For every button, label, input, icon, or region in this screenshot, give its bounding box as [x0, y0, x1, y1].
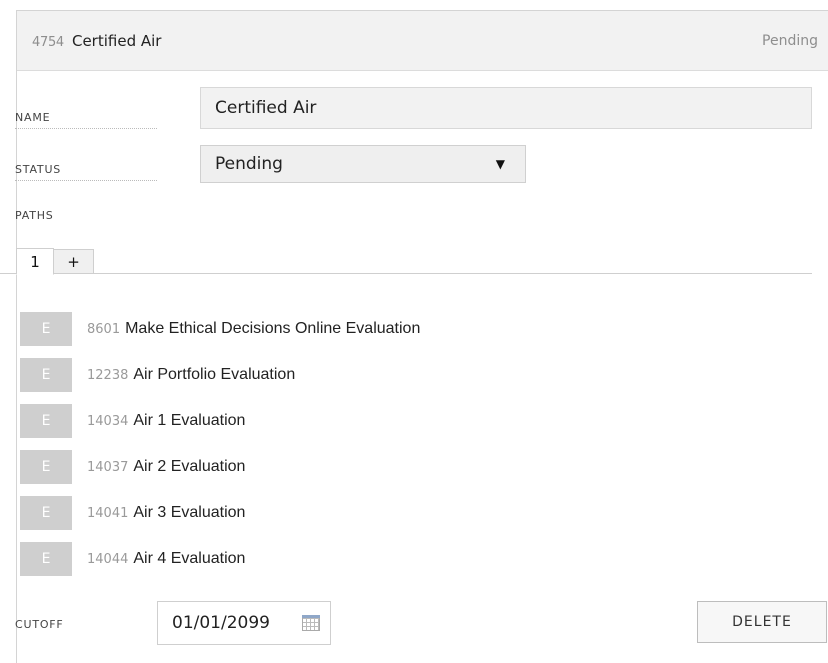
path-title: Make Ethical Decisions Online Evaluation: [125, 320, 421, 337]
evaluation-badge: E: [20, 496, 72, 530]
name-label: NAME: [15, 111, 157, 129]
evaluation-badge: E: [20, 450, 72, 484]
path-id: 14041: [87, 505, 129, 521]
path-title: Air 2 Evaluation: [133, 458, 246, 475]
list-item[interactable]: E 8601 Make Ethical Decisions Online Eva…: [20, 312, 420, 346]
panel-header[interactable]: 4754 Certified Air Pending: [17, 11, 828, 71]
path-title: Air 4 Evaluation: [133, 550, 246, 567]
delete-button[interactable]: DELETE: [697, 601, 827, 643]
evaluation-badge: E: [20, 312, 72, 346]
dropdown-arrow-icon: ▼: [495, 157, 505, 171]
path-id: 14044: [87, 551, 129, 567]
status-label: STATUS: [15, 163, 157, 181]
name-field[interactable]: Certified Air: [200, 87, 812, 129]
path-title: Air 1 Evaluation: [133, 412, 246, 429]
list-item[interactable]: E 14034 Air 1 Evaluation: [20, 404, 245, 438]
list-item[interactable]: E 12238 Air Portfolio Evaluation: [20, 358, 295, 392]
path-id: 14037: [87, 459, 129, 475]
list-item[interactable]: E 14037 Air 2 Evaluation: [20, 450, 245, 484]
path-id: 12238: [87, 367, 129, 383]
header-title: 4754 Certified Air: [32, 31, 161, 50]
paths-label: PATHS: [15, 209, 54, 222]
header-status: Pending: [762, 32, 818, 49]
program-id: 4754: [32, 35, 64, 50]
cutoff-date-input[interactable]: 01/01/2099: [157, 601, 331, 645]
evaluation-badge: E: [20, 404, 72, 438]
tab-path-1[interactable]: 1: [16, 248, 54, 275]
path-id: 8601: [87, 321, 121, 337]
evaluation-badge: E: [20, 542, 72, 576]
list-item[interactable]: E 14044 Air 4 Evaluation: [20, 542, 245, 576]
program-name: Certified Air: [71, 32, 162, 50]
status-select-value: Pending: [215, 154, 283, 174]
evaluation-badge: E: [20, 358, 72, 392]
path-id: 14034: [87, 413, 129, 429]
add-path-tab[interactable]: +: [54, 249, 94, 274]
status-select[interactable]: Pending ▼: [200, 145, 526, 183]
list-item[interactable]: E 14041 Air 3 Evaluation: [20, 496, 245, 530]
path-title: Air Portfolio Evaluation: [133, 366, 296, 383]
calendar-icon[interactable]: [302, 615, 320, 631]
cutoff-date-value: 01/01/2099: [172, 613, 270, 633]
path-title: Air 3 Evaluation: [133, 504, 246, 521]
cutoff-label: CUTOFF: [15, 618, 64, 631]
path-tabs: 1 +: [0, 238, 812, 275]
